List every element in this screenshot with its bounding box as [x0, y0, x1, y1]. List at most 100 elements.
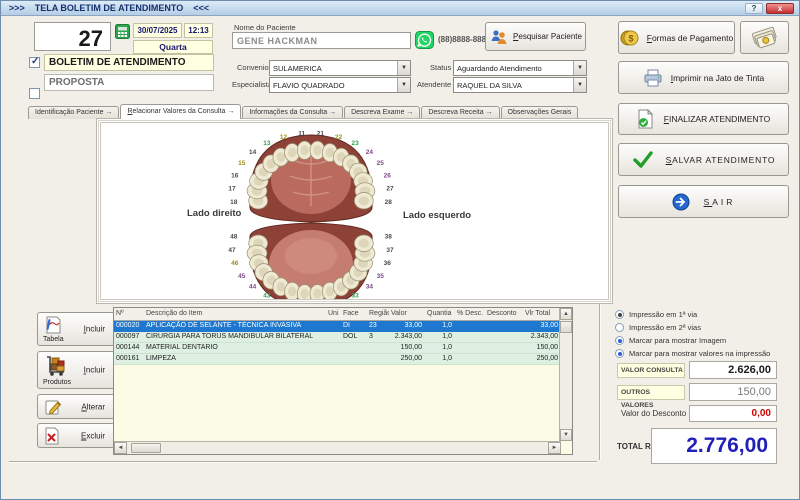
svg-text:48: 48 — [230, 233, 238, 240]
svg-text:27: 27 — [386, 186, 394, 193]
total-value: 2.776,00 — [651, 428, 777, 464]
right-side-label: Lado direito — [187, 208, 241, 219]
calendar-icon[interactable] — [115, 24, 130, 39]
finalizar-button[interactable]: FINALIZAR ATENDIMENTO — [618, 103, 789, 135]
bulletin-number: 27 — [35, 23, 110, 52]
svg-text:46: 46 — [231, 260, 239, 267]
patient-name-input[interactable] — [232, 32, 411, 49]
delete-document-icon — [44, 427, 60, 445]
svg-text:16: 16 — [231, 172, 239, 179]
time-box: 12:13 — [184, 23, 213, 38]
bulletin-number-box[interactable]: 27 — [34, 22, 111, 51]
svg-text:13: 13 — [263, 140, 271, 147]
especialista-dropdown[interactable]: FLAVIO QUADRADO ▼ — [269, 77, 411, 93]
items-header: NºDescrição do ItemUniFaceRegiãoValorQua… — [114, 308, 561, 321]
excluir-button[interactable]: Excluir — [37, 423, 115, 448]
column-header[interactable]: Desconto — [485, 308, 523, 320]
radio-icon — [615, 310, 624, 319]
scroll-left-icon[interactable]: ◄ — [114, 442, 127, 454]
column-header[interactable]: Uni — [326, 308, 341, 320]
svg-text:18: 18 — [230, 199, 238, 206]
imprimir-label: Imprimir na Jato de Tinta — [671, 73, 765, 83]
svg-text:21: 21 — [317, 131, 325, 138]
column-header[interactable]: Nº — [114, 308, 144, 320]
receipts-button[interactable] — [740, 21, 789, 54]
scroll-up-icon[interactable]: ▲ — [560, 308, 572, 320]
boletim-checkbox[interactable]: ✓ — [29, 57, 40, 68]
radio-icon — [615, 336, 624, 345]
column-header[interactable]: Valor — [389, 308, 425, 320]
chevron-down-icon: ▼ — [573, 61, 586, 75]
divider — [599, 304, 601, 460]
especialista-value: FLAVIO QUADRADO — [270, 81, 397, 90]
svg-text:44: 44 — [249, 284, 257, 291]
print-option-2[interactable]: Marcar para mostrar Imagem — [613, 334, 798, 347]
svg-text:33: 33 — [352, 293, 360, 300]
search-patient-button[interactable]: Pesquisar Paciente — [485, 22, 586, 51]
imprimir-button[interactable]: Imprimir na Jato de Tinta — [618, 61, 789, 94]
print-option-1[interactable]: Impressão em 2ª vias — [613, 321, 798, 334]
proposta-checkbox[interactable] — [29, 88, 40, 99]
svg-text:38: 38 — [385, 233, 393, 240]
horizontal-scrollbar[interactable]: ◄ ► — [114, 441, 561, 454]
vertical-scrollbar[interactable]: ▲ ▼ — [559, 308, 572, 441]
chevron-down-icon: ▼ — [397, 61, 410, 75]
outros-valores-value: 150,00 — [689, 383, 777, 401]
svg-text:17: 17 — [228, 186, 236, 193]
column-header[interactable]: % Desc. — [455, 308, 485, 320]
convenio-dropdown[interactable]: SULAMERICA ▼ — [269, 60, 411, 76]
table-row[interactable]: 000020APLICAÇÃO DE SELANTE - TÉCNICA INV… — [114, 321, 561, 332]
check-icon — [632, 151, 654, 169]
coins-icon: $ — [620, 28, 642, 48]
formas-pagamento-button[interactable]: $ Formas de Pagamento — [618, 21, 735, 54]
incluir-produtos-button[interactable]: Produtos Incluir — [37, 351, 115, 389]
svg-text:32: 32 — [335, 299, 343, 300]
svg-text:42: 42 — [280, 299, 288, 300]
formas-pagamento-label: Formas de Pagamento — [647, 33, 733, 43]
radio-icon — [615, 323, 624, 332]
print-option-0[interactable]: Impressão em 1ª via — [613, 308, 798, 321]
incluir-produtos-label: Incluir — [84, 366, 105, 375]
desconto-value[interactable]: 0,00 — [689, 405, 777, 422]
outros-valores-label: OUTROS VALORES — [617, 385, 685, 400]
column-header[interactable]: Quantia — [425, 308, 455, 320]
print-option-label: Marcar para mostrar valores na impressão — [629, 349, 770, 358]
close-button[interactable]: x — [766, 3, 794, 14]
salvar-button[interactable]: SALVAR ATENDIMENTO — [618, 143, 789, 176]
tab-strip: Identificação Paciente →Relacionar Valor… — [28, 104, 579, 119]
column-header[interactable]: Descrição do Item — [144, 308, 326, 320]
check-icon: ✓ — [31, 56, 39, 67]
status-label: Status — [430, 63, 451, 72]
patient-name-label: Nome do Paciente — [234, 23, 296, 32]
print-option-3[interactable]: Marcar para mostrar valores na impressão — [613, 347, 798, 360]
sair-label: SAIR — [704, 197, 736, 207]
alterar-button[interactable]: Alterar — [37, 394, 115, 419]
proposta-label: PROPOSTA — [44, 74, 214, 91]
items-rows: 000020APLICAÇÃO DE SELANTE - TÉCNICA INV… — [114, 321, 572, 365]
column-header[interactable]: Face — [341, 308, 367, 320]
incluir-tabela-button[interactable]: Tabela Incluir — [37, 312, 115, 346]
status-value: Aguardando Atendimento — [454, 64, 573, 73]
excluir-label: Excluir — [81, 431, 105, 440]
svg-text:45: 45 — [238, 273, 246, 280]
table-row[interactable]: 000097CIRURGIA PARA TORUS MANDIBULAR BIL… — [114, 332, 561, 343]
consulta-panel: 1817161514131211212223242526272848474645… — [96, 118, 613, 304]
scrollbar-thumb[interactable] — [131, 443, 161, 453]
table-row[interactable]: 000161LIMPEZA250,001,0250,00 — [114, 354, 561, 365]
dental-chart-svg[interactable]: 1817161514131211212223242526272848474645… — [101, 123, 609, 300]
whatsapp-icon[interactable] — [415, 31, 434, 49]
especialista-label: Especialista — [232, 80, 272, 89]
table-row[interactable]: 000144MATERIAL DENTARIO150,001,0150,00 — [114, 343, 561, 354]
atendente-dropdown[interactable]: RAQUEL DA SILVA ▼ — [453, 77, 587, 93]
boletim-label: BOLETIM DE ATENDIMENTO — [44, 54, 214, 71]
help-button[interactable]: ? — [745, 3, 763, 14]
scroll-down-icon[interactable]: ▼ — [560, 429, 572, 441]
sair-button[interactable]: SAIR — [618, 185, 789, 218]
status-dropdown[interactable]: Aguardando Atendimento ▼ — [453, 60, 587, 76]
tab-1[interactable]: Relacionar Valores da Consulta → — [120, 104, 241, 119]
column-header[interactable]: Região — [367, 308, 389, 320]
radio-icon — [615, 349, 624, 358]
column-header[interactable]: Vlr Total — [523, 308, 561, 320]
scroll-right-icon[interactable]: ► — [548, 442, 561, 454]
scrollbar-thumb[interactable] — [560, 321, 572, 333]
